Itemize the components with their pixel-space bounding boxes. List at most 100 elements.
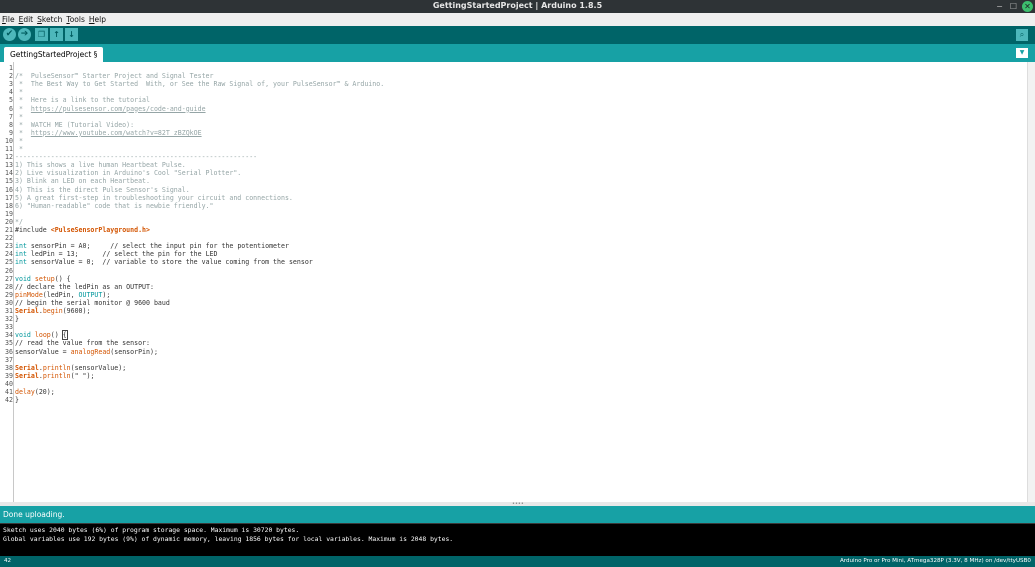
line-number: 41	[5, 388, 13, 396]
code-line: 6 * https://pulsesensor.com/pages/code-a…	[0, 105, 206, 113]
line-number: 1	[9, 64, 13, 72]
open-sketch-button[interactable]: ↑	[50, 28, 63, 41]
menu-help[interactable]: Help	[89, 15, 106, 24]
code-line: 39 Serial.println(" ");	[0, 372, 94, 380]
line-number: 11	[5, 145, 13, 153]
code-token: println	[42, 371, 71, 380]
line-number: 38	[5, 363, 13, 372]
console-line: Sketch uses 2040 bytes (6%) of program s…	[3, 526, 300, 534]
line-number: 9	[9, 128, 13, 137]
line-number: 5	[9, 96, 13, 105]
line-number: 33	[5, 323, 13, 332]
code-token: *	[15, 88, 23, 97]
board-info: Arduino Pro or Pro Mini, ATmega328P (3.3…	[839, 558, 1031, 564]
code-line: 2/* PulseSensor™ Starter Project and Sig…	[0, 72, 213, 80]
code-token: *	[15, 145, 23, 153]
line-number: 17	[5, 193, 13, 202]
verify-button[interactable]: ✔	[3, 28, 16, 41]
console-output: Sketch uses 2040 bytes (6%) of program s…	[0, 523, 1035, 556]
code-editor[interactable]: 1 2/* PulseSensor™ Starter Project and Si…	[0, 62, 1035, 502]
code-line: 35// read the value from the sensor:	[0, 339, 150, 347]
code-token: ()	[50, 331, 63, 340]
code-token: (sensorValue);	[70, 363, 127, 372]
code-line: 30// begin the serial monitor @ 9600 bau…	[0, 299, 170, 307]
code-line: 17 5) A great first-step in troubleshooti…	[0, 194, 293, 202]
code-token: https://www.youtube.com/watch?v=82T_zBZQ…	[30, 128, 202, 137]
line-number: 21	[5, 226, 13, 234]
line-number: 14	[5, 169, 13, 178]
line-number: 19	[5, 209, 13, 218]
line-number: 29	[5, 290, 13, 299]
line-number: 7	[9, 112, 13, 121]
code-line: 14 2) Live visualization in Arduino's Coo…	[0, 169, 241, 177]
code-token: *	[15, 136, 23, 145]
code-line: 18 6) "Human-readable" code that is newbi…	[0, 201, 214, 210]
new-sketch-button[interactable]: ❐	[35, 28, 48, 41]
menu-tools[interactable]: Tools	[66, 15, 84, 24]
code-token: delay	[15, 388, 35, 396]
code-token: // begin the serial monitor @ 9600 baud	[15, 298, 170, 307]
maximize-button[interactable]: ☐	[1008, 1, 1019, 12]
code-token: // declare the ledPin as an OUTPUT:	[15, 282, 154, 291]
code-line: 10 *	[0, 137, 23, 145]
code-token: // variable to store the value coming fr…	[102, 258, 313, 267]
save-sketch-button[interactable]: ↓	[65, 28, 78, 41]
code-token: <PulseSensorPlayground.h>	[50, 226, 150, 234]
footer-bar: 42 Arduino Pro or Pro Mini, ATmega328P (…	[0, 556, 1035, 567]
code-token: https://pulsesensor.com/pages/code-and-g…	[30, 104, 206, 113]
code-token: analogRead	[70, 347, 111, 356]
menu-file[interactable]: File	[2, 15, 15, 24]
line-number: 24	[5, 250, 13, 259]
code-line: 25 int sensorValue = 0; // variable to st…	[0, 258, 313, 266]
code-token: {	[61, 330, 68, 341]
line-number: 3	[9, 80, 13, 89]
code-line: 33	[0, 323, 15, 331]
line-number: 34	[5, 331, 13, 340]
code-token: (" ");	[70, 371, 95, 380]
code-token: ledPin = 13;	[26, 250, 103, 259]
menu-sketch[interactable]: Sketch	[37, 15, 62, 24]
tab-gettingstartedproject[interactable]: GettingStartedProject §	[4, 47, 104, 62]
code-line: 8 * WATCH ME (Tutorial Video):	[0, 121, 134, 129]
code-token: (ledPin,	[42, 290, 79, 299]
code-line: 4 *	[0, 88, 23, 96]
line-number: 10	[5, 136, 13, 145]
serial-monitor-button[interactable]: ⌕	[1016, 29, 1028, 41]
code-token: 2) Live visualization in Arduino's Cool …	[15, 169, 242, 178]
line-number: 37	[5, 355, 13, 364]
code-line: 38 Serial.println(sensorValue);	[0, 364, 126, 372]
code-line: 12 --------------------------------------…	[0, 153, 257, 161]
upload-button[interactable]: ➔	[18, 28, 31, 41]
code-line: 21 #include <PulseSensorPlayground.h>	[0, 226, 150, 234]
code-line: 16 4) This is the direct Pulse Sensor's S…	[0, 186, 190, 194]
code-line: 42}	[0, 396, 19, 404]
magnifier-icon: ⌕	[1019, 30, 1025, 39]
code-token: (sensorPin);	[110, 347, 158, 356]
code-token: 6) "Human-readable" code that is newbie …	[15, 201, 214, 210]
code-line: 11 *	[0, 145, 23, 153]
code-line: 15 3) Blink an LED on each Heartbeat.	[0, 177, 150, 185]
close-button[interactable]: ✕	[1022, 1, 1033, 12]
right-arrow-icon: ➔	[20, 29, 29, 39]
editor-scrollbar[interactable]	[1027, 62, 1035, 502]
code-token: * The Best Way to Get Started With, or S…	[15, 80, 385, 89]
code-line: 31 Serial.begin(9600);	[0, 307, 90, 315]
tab-menu-button[interactable]: ▼	[1016, 48, 1028, 58]
code-token: *	[15, 128, 31, 137]
down-arrow-icon: ↓	[68, 30, 75, 39]
line-number: 15	[5, 177, 13, 186]
line-number: 30	[5, 298, 13, 307]
code-area[interactable]: 1 2/* PulseSensor™ Starter Project and Si…	[0, 62, 1020, 502]
code-line: 29 pinMode(ledPin, OUTPUT);	[0, 291, 110, 299]
code-token: int	[15, 258, 27, 267]
line-number: 40	[5, 379, 13, 388]
minimize-button[interactable]: −	[994, 1, 1005, 12]
console-line: Global variables use 192 bytes (9%) of d…	[3, 535, 454, 543]
code-token: int	[15, 242, 27, 251]
code-token: Serial	[15, 307, 39, 315]
window-title: GettingStartedProject | Arduino 1.8.5	[432, 1, 603, 10]
code-line: 32}	[0, 315, 19, 323]
code-token: OUTPUT	[78, 290, 103, 299]
code-token: */	[15, 217, 23, 226]
menu-edit[interactable]: Edit	[19, 15, 34, 24]
